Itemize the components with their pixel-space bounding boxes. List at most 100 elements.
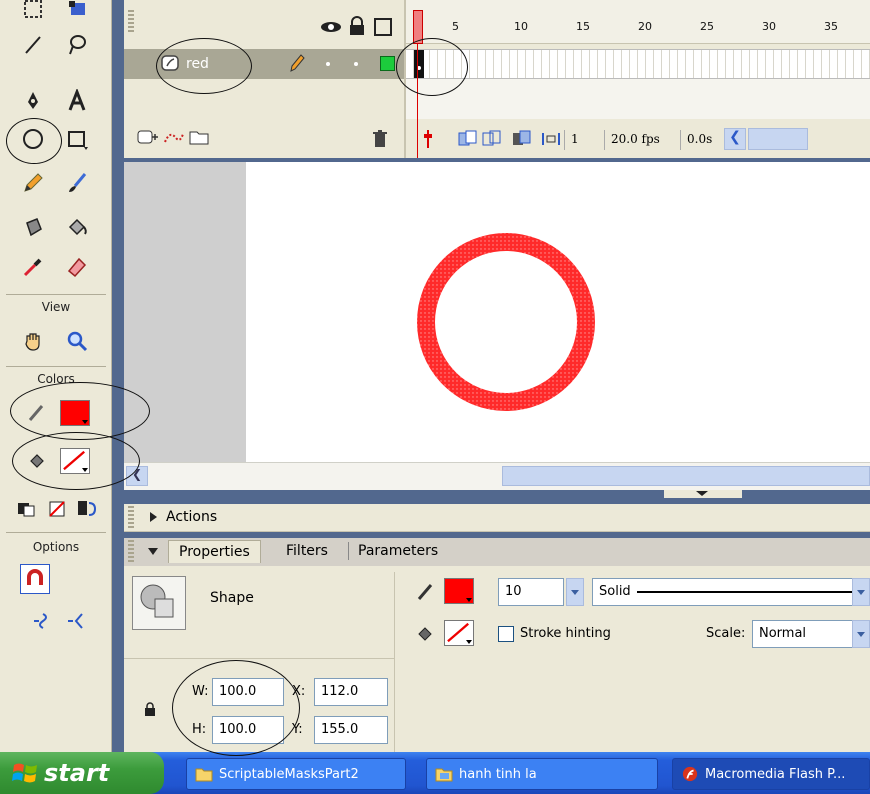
line-tool-icon[interactable] <box>18 30 48 60</box>
free-transform-icon[interactable] <box>18 0 48 24</box>
tab-parameters[interactable]: Parameters <box>358 543 438 559</box>
tab-properties[interactable]: Properties <box>168 540 261 563</box>
stage-canvas[interactable] <box>246 162 870 462</box>
visibility-dot[interactable] <box>326 62 330 66</box>
panel-grip[interactable] <box>128 506 134 530</box>
scroll-left-arrow-icon[interactable]: ❮ <box>724 128 746 150</box>
no-color-icon[interactable] <box>42 494 72 524</box>
collapse-arrow-icon[interactable] <box>148 548 158 555</box>
onion-skin-outlines-icon[interactable] <box>482 130 504 151</box>
fill-color-swatch[interactable] <box>444 620 474 646</box>
stroke-style-label: Solid <box>599 584 631 599</box>
frames-row[interactable] <box>406 49 870 79</box>
stroke-style-field[interactable]: Solid <box>592 578 864 606</box>
height-label: H: <box>192 722 207 737</box>
stroke-color-swatch[interactable] <box>444 578 474 604</box>
add-motion-guide-icon[interactable] <box>162 128 186 149</box>
pasteboard <box>124 162 246 462</box>
tab-filters[interactable]: Filters <box>286 543 328 559</box>
snap-to-objects-icon[interactable] <box>20 564 50 594</box>
eraser-tool-icon[interactable] <box>62 252 92 282</box>
colors-section-label: Colors <box>37 372 75 386</box>
actions-panel-header[interactable]: Actions <box>124 504 870 532</box>
empty-frames <box>406 79 870 119</box>
fill-transform-icon[interactable] <box>62 0 92 24</box>
expand-arrow-icon[interactable] <box>150 512 157 522</box>
layer-row[interactable]: red <box>124 49 404 79</box>
panel-grip[interactable] <box>128 540 134 564</box>
stroke-color-swatch[interactable] <box>60 400 90 426</box>
actions-label[interactable]: Actions <box>166 509 217 525</box>
divider <box>6 366 106 367</box>
properties-panel: Shape W: 100.0 X: 112.0 H: 100.0 Y: 155.… <box>124 566 870 752</box>
trash-icon[interactable] <box>372 130 388 151</box>
text-tool-icon[interactable] <box>62 86 92 116</box>
current-frame: 1 <box>564 130 585 150</box>
eye-icon[interactable] <box>320 20 342 37</box>
timeline-scrollbar-thumb[interactable] <box>748 128 808 150</box>
paint-bucket-tool-icon[interactable] <box>62 212 92 242</box>
view-section-label: View <box>41 300 71 314</box>
keyframe[interactable] <box>414 50 424 78</box>
red-circle-shape[interactable] <box>416 232 596 412</box>
scale-label: Scale: <box>706 626 746 641</box>
stroke-hinting-label: Stroke hinting <box>520 626 611 641</box>
stroke-style-dropdown-icon[interactable] <box>852 578 870 606</box>
straighten-icon[interactable] <box>62 606 92 636</box>
stroke-pencil-icon <box>416 582 434 605</box>
onion-skin-icon[interactable] <box>458 130 480 151</box>
lasso-tool-icon[interactable] <box>62 30 92 60</box>
oval-tool-icon[interactable] <box>18 124 48 154</box>
stroke-hinting-checkbox[interactable] <box>498 626 514 642</box>
scroll-left-arrow-icon[interactable]: ❮ <box>126 466 148 486</box>
shape-type-icon <box>132 576 186 630</box>
pencil-tool-icon[interactable] <box>18 168 48 198</box>
layer-name[interactable]: red <box>186 56 209 72</box>
brush-tool-icon[interactable] <box>62 168 92 198</box>
divider <box>124 658 394 659</box>
properties-tab-bar: Properties Filters Parameters <box>124 538 870 566</box>
stage-scrollbar-thumb[interactable] <box>502 466 870 486</box>
divider <box>6 532 106 533</box>
lock-icon[interactable] <box>348 16 366 39</box>
insert-folder-icon[interactable] <box>188 128 212 149</box>
frame-rate[interactable]: 20.0 fps <box>604 130 666 150</box>
pen-tool-icon[interactable] <box>18 86 48 116</box>
hand-tool-icon[interactable] <box>18 326 48 356</box>
modify-onion-markers-icon[interactable] <box>540 130 562 151</box>
taskbar-item-hanh-tinh-la[interactable]: hanh tinh la <box>426 758 658 790</box>
taskbar-item-scriptablemasks[interactable]: ScriptableMasksPart2 <box>186 758 406 790</box>
smooth-icon[interactable] <box>28 606 58 636</box>
panel-divider[interactable] <box>112 0 124 752</box>
stage-panel-divider[interactable] <box>124 490 870 504</box>
scale-dropdown-icon[interactable] <box>852 620 870 648</box>
black-white-icon[interactable] <box>12 494 42 524</box>
eyedropper-tool-icon[interactable] <box>18 252 48 282</box>
scale-select[interactable]: Normal <box>752 620 864 648</box>
frame-number: 25 <box>700 20 714 33</box>
lock-dot[interactable] <box>354 62 358 66</box>
edit-multiple-frames-icon[interactable] <box>512 130 534 151</box>
stroke-height-field[interactable]: 10 <box>498 578 564 606</box>
height-field[interactable]: 100.0 <box>212 716 284 744</box>
y-field[interactable]: 155.0 <box>314 716 388 744</box>
swap-colors-icon[interactable] <box>72 494 102 524</box>
layer-icon <box>160 53 182 76</box>
zoom-tool-icon[interactable] <box>62 326 92 356</box>
x-field[interactable]: 112.0 <box>314 678 388 706</box>
ink-bottle-tool-icon[interactable] <box>18 212 48 242</box>
start-button[interactable]: start <box>0 752 164 794</box>
outline-icon[interactable] <box>374 18 392 36</box>
fill-color-swatch[interactable] <box>60 448 90 474</box>
outline-color-square[interactable] <box>380 56 395 71</box>
width-field[interactable]: 100.0 <box>212 678 284 706</box>
insert-layer-icon[interactable] <box>136 128 160 149</box>
taskbar-item-flash[interactable]: Macromedia Flash P... <box>672 758 870 790</box>
playhead[interactable] <box>413 10 423 44</box>
rectangle-tool-icon[interactable] <box>62 124 92 154</box>
stroke-height-dropdown-icon[interactable] <box>566 578 584 606</box>
frame-ruler[interactable]: 1 5 10 15 20 25 30 35 <box>406 0 870 44</box>
center-frame-icon[interactable] <box>422 130 434 151</box>
lock-proportions-icon[interactable] <box>144 702 156 719</box>
panel-grip[interactable] <box>128 10 134 34</box>
